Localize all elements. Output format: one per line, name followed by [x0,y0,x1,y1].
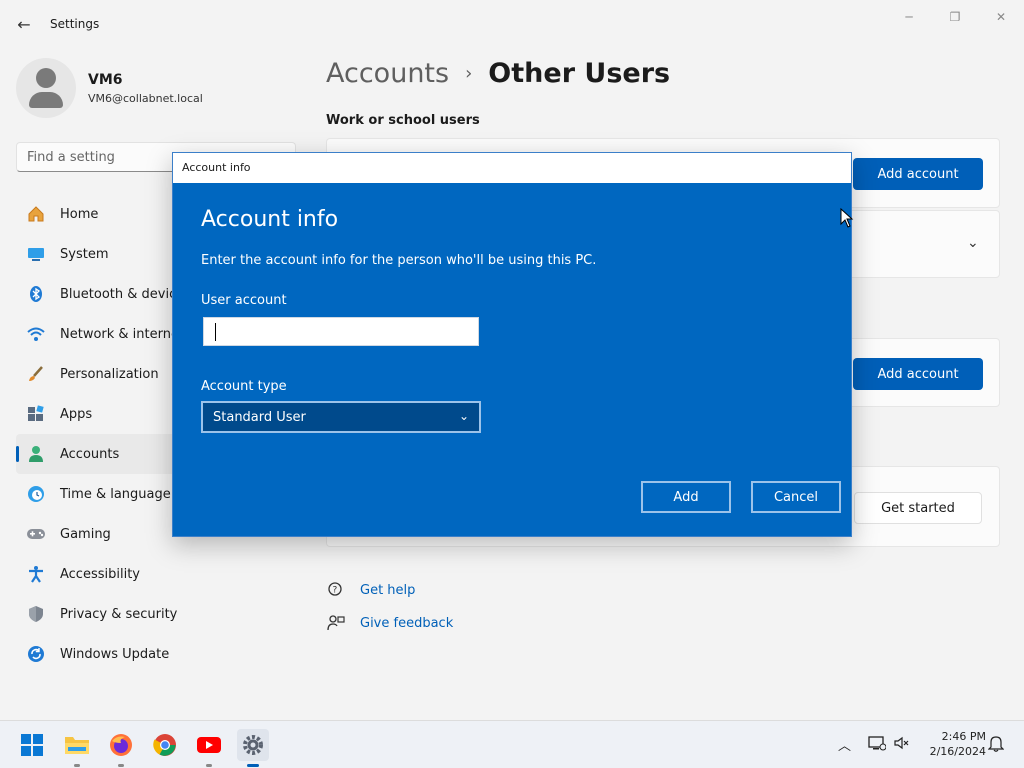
settings-taskbar-button[interactable] [237,729,269,767]
minimize-button[interactable]: ─ [894,8,924,26]
user-account-label: User account [201,293,287,308]
bluetooth-icon [26,284,46,304]
sidebar-item-privacy[interactable]: Privacy & security [16,594,296,634]
sidebar-item-label: Privacy & security [60,606,178,622]
update-icon [26,644,46,664]
account-type-label: Account type [201,379,287,394]
windows-logo-icon [21,734,43,756]
add-button[interactable]: Add [641,481,731,513]
give-feedback-label[interactable]: Give feedback [360,616,453,631]
close-button[interactable]: ✕ [986,8,1016,26]
wifi-icon [26,324,46,344]
firefox-button[interactable] [105,729,137,767]
chrome-icon [153,734,176,756]
title-bar: ← Settings ─ ❐ ✕ [0,0,1024,48]
breadcrumb-parent[interactable]: Accounts [326,58,449,89]
network-status-icon[interactable] [868,735,887,755]
account-type-select[interactable]: Standard User ⌄ [201,401,481,433]
brush-icon [26,364,46,384]
chevron-right-icon: › [465,63,473,84]
running-indicator [206,764,212,767]
user-account-input[interactable] [204,318,478,345]
youtube-icon [197,737,221,753]
sidebar-item-label: Accounts [60,446,120,462]
get-started-button[interactable]: Get started [854,492,982,524]
avatar[interactable] [16,58,76,118]
running-indicator [118,764,124,767]
dialog-title-bar: Account info [173,153,851,183]
file-explorer-button[interactable] [61,729,93,767]
sidebar-item-label: Personalization [60,366,159,382]
get-help-link[interactable]: ? Get help [326,580,415,600]
clock-globe-icon [26,484,46,504]
clock-date: 2/16/2024 [929,745,986,758]
section-title-work-school: Work or school users [326,113,480,128]
chevron-down-icon: ⌄ [458,409,469,423]
system-icon [26,244,46,264]
gamepad-icon [26,524,46,544]
chevron-down-icon[interactable]: ⌄ [967,235,979,251]
firefox-icon [110,734,132,756]
account-type-value: Standard User [213,409,306,425]
sidebar-item-windows-update[interactable]: Windows Update [16,634,296,674]
home-icon [26,204,46,224]
sidebar-item-label: Apps [60,406,93,422]
user-name: VM6 [88,72,123,88]
start-button[interactable] [16,729,48,761]
app-title: Settings [50,17,100,31]
add-account-button[interactable]: Add account [853,158,983,190]
help-icon: ? [326,580,346,600]
mouse-cursor-icon [840,207,854,232]
sidebar-item-label: Windows Update [60,646,170,662]
gear-icon [243,735,263,755]
volume-muted-icon[interactable] [893,735,911,755]
accounts-icon [26,444,46,464]
svg-text:?: ? [333,586,338,596]
user-email: VM6@collabnet.local [88,92,203,105]
cancel-button[interactable]: Cancel [751,481,841,513]
give-feedback-link[interactable]: Give feedback [326,613,453,633]
avatar-body [29,92,63,108]
chrome-button[interactable] [149,729,181,761]
chevron-up-icon[interactable]: ︿ [838,735,851,754]
sidebar-item-label: System [60,246,109,262]
add-account-button[interactable]: Add account [853,358,983,390]
taskbar: ︿ 2:46 PM 2/16/2024 [0,720,1024,768]
feedback-icon [326,613,346,633]
taskbar-clock[interactable]: 2:46 PM 2/16/2024 [920,729,986,759]
folder-icon [65,737,89,754]
maximize-button[interactable]: ❐ [940,8,970,26]
get-help-label[interactable]: Get help [360,583,415,598]
notification-bell-icon[interactable] [987,735,1005,757]
breadcrumb: Accounts › Other Users [326,58,670,89]
youtube-button[interactable] [193,729,225,767]
sidebar-item-label: Home [60,206,99,222]
dialog-description: Enter the account info for the person wh… [201,253,597,268]
sidebar-item-label: Accessibility [60,566,140,582]
running-indicator [74,764,80,767]
dialog-heading: Account info [201,207,339,232]
text-caret [215,323,216,341]
accessibility-icon [26,564,46,584]
sidebar-item-label: Network & internet [60,326,185,342]
active-indicator [247,764,259,767]
apps-icon [26,404,46,424]
avatar-head [36,68,56,88]
back-arrow-icon[interactable]: ← [12,12,36,36]
page-title: Other Users [488,58,671,89]
clock-time: 2:46 PM [941,730,986,743]
sidebar-item-label: Gaming [60,526,111,542]
sidebar-item-label: Time & language [60,486,171,502]
sidebar-item-accessibility[interactable]: Accessibility [16,554,296,594]
account-info-dialog: Account info Account info Enter the acco… [172,152,852,537]
user-account-field[interactable] [203,317,479,346]
shield-icon [26,604,46,624]
